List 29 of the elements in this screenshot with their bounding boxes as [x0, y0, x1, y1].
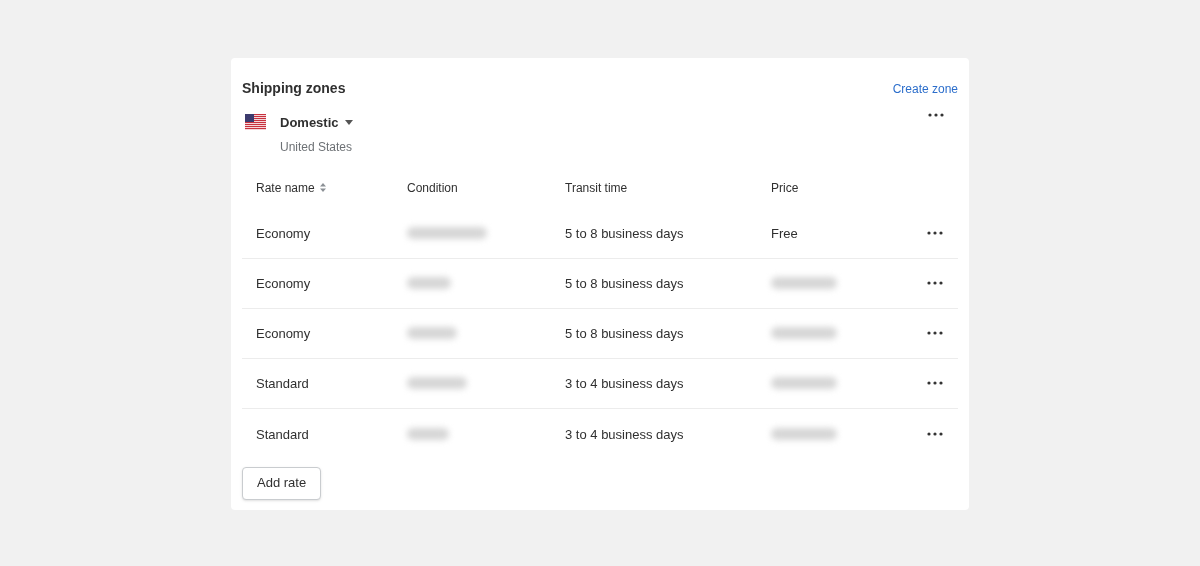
- table-cell: 5 to 8 business days: [565, 226, 684, 241]
- table-cell: 3 to 4 business days: [565, 426, 684, 442]
- create-zone-link[interactable]: Create zone: [892, 79, 958, 98]
- flag-icon: [245, 114, 266, 130]
- table-cell: Economy: [256, 226, 311, 241]
- more-icon[interactable]: [927, 431, 943, 436]
- more-icon[interactable]: [927, 231, 943, 235]
- table-cell: Standard: [256, 426, 309, 442]
- table-cell: 5 to 8 business days: [565, 326, 684, 341]
- card-title: Shipping zones: [242, 79, 346, 98]
- column-header: Price: [771, 179, 800, 197]
- column-header: Condition: [407, 179, 459, 197]
- sort-icon: [319, 183, 326, 192]
- column-header: Transit time: [565, 179, 629, 197]
- table-cell: Economy: [256, 276, 311, 291]
- caret-icon: [344, 120, 353, 126]
- column-header[interactable]: Rate name: [256, 178, 407, 197]
- more-icon[interactable]: [927, 281, 943, 285]
- zone-country: United States: [280, 138, 353, 156]
- more-icon[interactable]: [927, 331, 943, 335]
- more-icon[interactable]: [927, 381, 943, 385]
- table-cell: 3 to 4 business days: [565, 376, 684, 391]
- table-cell: 5 to 8 business days: [565, 276, 684, 291]
- table-cell: Standard: [256, 376, 309, 391]
- table-cell: Free: [771, 226, 798, 241]
- more-icon[interactable]: [928, 113, 944, 117]
- table-cell: Economy: [256, 326, 311, 341]
- add-rate-button[interactable]: Add rate: [242, 466, 322, 500]
- zone-dropdown[interactable]: Domestic: [280, 113, 353, 133]
